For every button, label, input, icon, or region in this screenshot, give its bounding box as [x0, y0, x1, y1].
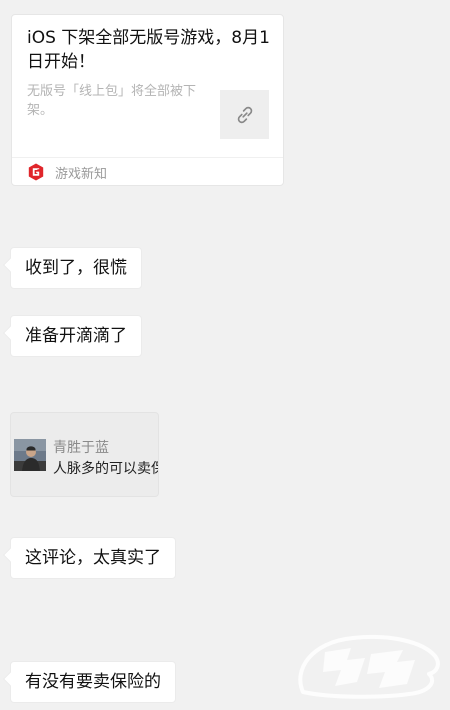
message-bubble[interactable]: 这评论，太真实了	[10, 537, 176, 579]
article-description: 无版号「线上包」将全部被下架。	[27, 84, 197, 118]
message-text: 准备开滴滴了	[25, 326, 127, 346]
message-bubble[interactable]: 有没有要卖保险的	[10, 661, 176, 703]
message-text: 这评论，太真实了	[25, 548, 161, 568]
article-source-label: 游戏新知	[55, 166, 108, 182]
article-source: 游戏新知	[28, 162, 107, 182]
message-text: 收到了，很慌	[25, 258, 127, 278]
user-avatar	[14, 439, 46, 471]
shared-article-card[interactable]: iOS 下架全部无版号游戏，8月1日开始！ 无版号「线上包」将全部被下架。 游戏…	[11, 14, 284, 186]
card-divider	[12, 157, 283, 158]
article-thumbnail	[220, 90, 269, 139]
quote-text: 人脉多的可以卖保险	[53, 461, 158, 477]
gamesnews-logo-icon	[28, 163, 44, 181]
quote-author: 青胜于蓝	[53, 440, 109, 456]
link-icon	[237, 106, 252, 123]
message-bubble[interactable]: 准备开滴滴了	[10, 315, 142, 357]
watermark-logo	[291, 630, 441, 700]
quoted-comment[interactable]: 青胜于蓝 人脉多的可以卖保险	[10, 412, 159, 497]
message-text: 有没有要卖保险的	[25, 672, 161, 692]
message-bubble[interactable]: 收到了，很慌	[10, 247, 142, 289]
article-title: iOS 下架全部无版号游戏，8月1日开始！	[27, 28, 270, 72]
